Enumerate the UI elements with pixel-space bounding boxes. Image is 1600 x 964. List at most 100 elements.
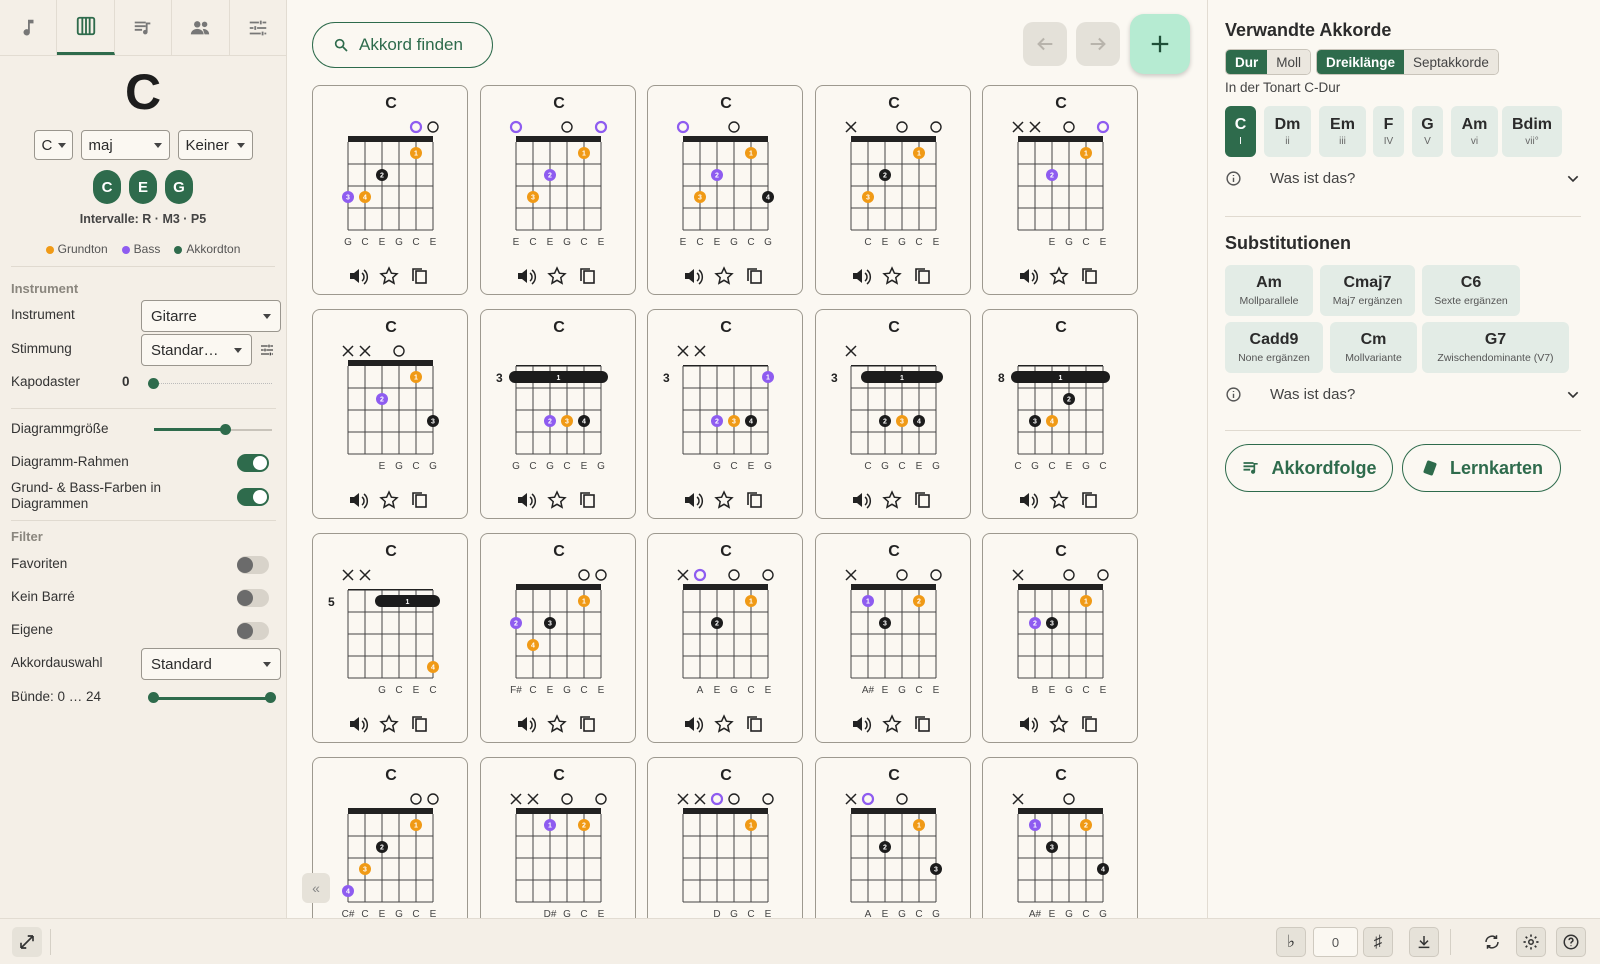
chord-card[interactable]: C 1 2 3 4 C# C E G C E (312, 757, 468, 918)
no-barre-toggle[interactable] (237, 589, 269, 607)
seg-major[interactable]: Dur (1226, 50, 1268, 74)
tuning-label: Stimmung (11, 341, 72, 356)
speaker-icon (350, 269, 369, 285)
double-chevron-left-icon: « (312, 880, 320, 896)
selection-select[interactable]: Standard (141, 648, 281, 680)
frets-range-max-handle[interactable] (265, 692, 276, 703)
chord-card[interactable]: C123EGCG (312, 309, 468, 519)
frets-range-min-handle[interactable] (148, 692, 159, 703)
chevron-down-icon (263, 661, 271, 667)
frame-toggle[interactable] (237, 454, 269, 472)
open-string-icon (895, 569, 908, 581)
chord-card[interactable]: C12EGCE (982, 85, 1138, 295)
add-chord-button[interactable] (1130, 14, 1190, 74)
substitution-button[interactable]: Cmaj7 Maj7 ergänzen (1320, 265, 1415, 316)
back-button[interactable] (1023, 22, 1067, 66)
key-chord-button[interactable]: F IV (1373, 106, 1404, 157)
note-badge[interactable]: C (93, 170, 121, 204)
triad-seventh-toggle: Dreiklänge Septakkorde (1316, 49, 1499, 75)
what-is-this-expander[interactable]: Was ist das? (1225, 170, 1581, 187)
chord-card[interactable]: C123AEGCG (814, 757, 971, 918)
capo-slider[interactable] (154, 383, 272, 385)
legend-tone-label: Akkordton (186, 242, 241, 256)
seg-minor[interactable]: Moll (1267, 50, 1311, 74)
flat-button[interactable]: ♭ (1276, 927, 1306, 957)
key-chord-button[interactable]: Em iii (1319, 106, 1366, 157)
chord-card[interactable]: C1234ECEGCG (647, 85, 803, 295)
chord-card[interactable]: C1234GCEGCE (312, 85, 468, 295)
key-chord-button[interactable]: CI (1225, 106, 1256, 157)
muted-string-icon (1012, 569, 1024, 581)
tuning-select[interactable]: Standar… (141, 334, 252, 366)
gear-icon (1523, 934, 1539, 950)
chord-card[interactable]: C81234CGCEGC (982, 309, 1138, 519)
finger-number: 2 (582, 823, 586, 830)
chord-card[interactable]: C1DGCE (647, 757, 803, 918)
what-is-this-expander[interactable]: Was ist das? (1225, 386, 1581, 403)
bass-select[interactable]: Keiner (177, 130, 253, 160)
instrument-select[interactable]: Gitarre (141, 300, 281, 332)
help-button[interactable] (1556, 927, 1586, 957)
sync-button[interactable] (1477, 927, 1507, 957)
filter-section-heading: Filter (11, 529, 43, 544)
finger-number: 2 (548, 173, 552, 180)
chord-card[interactable]: C12AEGCE (647, 533, 803, 743)
legend-tone: Akkordton (174, 242, 240, 256)
chord-card[interactable]: C123BEGCE (982, 533, 1138, 743)
progression-button[interactable]: Akkordfolge (1225, 444, 1393, 492)
settings-button[interactable] (1516, 927, 1546, 957)
diagram-size-handle[interactable] (219, 424, 231, 435)
string-note-label: A# (861, 685, 874, 696)
own-toggle[interactable] (237, 622, 269, 640)
note-badge[interactable]: E (129, 170, 157, 204)
chord-card[interactable]: C31234CGCEG (814, 309, 971, 519)
chord-card[interactable]: C514GCEC (312, 533, 468, 743)
root-select[interactable]: C (33, 130, 73, 160)
instrument-section-heading: Instrument (11, 281, 79, 296)
tab-piano[interactable] (57, 0, 115, 55)
substitution-button[interactable]: Am Mollparallele (1225, 265, 1313, 316)
tab-music-note[interactable] (0, 0, 58, 55)
substitution-button[interactable]: Cadd9 None ergänzen (1225, 322, 1323, 373)
key-chord-button[interactable]: Dm ii (1264, 106, 1311, 157)
string-note-label: G (730, 237, 738, 248)
instrument-label: Instrument (11, 307, 75, 322)
find-chord-button[interactable]: Akkord finden (312, 22, 493, 68)
seg-sevenths[interactable]: Septakkorde (1404, 50, 1498, 74)
substitution-button[interactable]: Cm Mollvariante (1330, 322, 1417, 373)
finger-number: 2 (883, 173, 887, 180)
favorites-toggle[interactable] (237, 556, 269, 574)
chord-card[interactable]: C 1 2 3 A# E G C E (814, 533, 971, 743)
flashcards-button[interactable]: Lernkarten (1402, 444, 1561, 492)
chord-card[interactable]: C 1 2 3 4 A# E G C G (982, 757, 1138, 918)
substitution-button[interactable]: C6 Sexte ergänzen (1422, 265, 1520, 316)
fullscreen-button[interactable] (12, 927, 42, 957)
tuning-settings-icon[interactable] (259, 342, 275, 358)
tab-tune[interactable] (230, 0, 286, 55)
tab-people[interactable] (172, 0, 230, 55)
key-chord-button[interactable]: Am vi (1451, 106, 1498, 157)
chord-card[interactable]: C 1 2 D# G C E (479, 757, 636, 918)
quality-select[interactable]: maj (80, 130, 170, 160)
chord-card[interactable]: C31234GCEG (647, 309, 803, 519)
chord-card[interactable]: C31234GCGCEG (479, 309, 636, 519)
chord-card[interactable]: C 1 2 3 4 F# C E G C E (479, 533, 636, 743)
download-button[interactable] (1409, 927, 1439, 957)
substitution-button[interactable]: G7 Zwischendominante (V7) (1422, 322, 1569, 373)
chord-card[interactable]: C123ECEGCE (479, 85, 636, 295)
forward-button[interactable] (1076, 22, 1120, 66)
capo-slider-handle[interactable] (148, 378, 159, 389)
chord-card[interactable]: C123CEGCE (814, 85, 971, 295)
sharp-button[interactable]: ♯ (1363, 927, 1393, 957)
seg-triads[interactable]: Dreiklänge (1317, 50, 1405, 74)
key-chord-button[interactable]: GV (1412, 106, 1443, 157)
tab-playlist[interactable] (115, 0, 173, 55)
finger-number: 4 (431, 665, 435, 672)
substitution-desc: Mollvariante (1345, 352, 1402, 364)
string-note-label: G (881, 461, 889, 472)
muted-string-icon (342, 569, 354, 581)
colors-toggle[interactable] (237, 488, 269, 506)
collapse-sidebar-button[interactable]: « (302, 873, 330, 903)
note-badge[interactable]: G (165, 170, 193, 204)
key-chord-button[interactable]: Bdim vii° (1502, 106, 1562, 157)
